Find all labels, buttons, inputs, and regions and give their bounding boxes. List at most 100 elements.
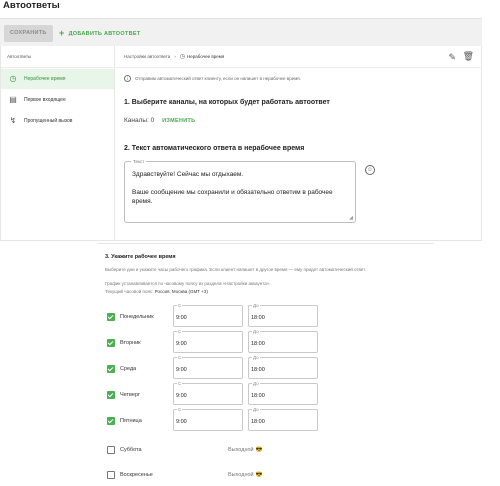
breadcrumb-current: Нерабочее время xyxy=(187,54,225,59)
change-channels-button[interactable]: ИЗМЕНИТЬ xyxy=(162,118,195,124)
time-field-label: С xyxy=(177,329,183,334)
info-icon: i xyxy=(124,75,131,82)
missed-call-icon: ↯ xyxy=(9,116,17,125)
time-from-field[interactable]: С 9:00 xyxy=(173,381,243,405)
time-to-field[interactable]: До 18:00 xyxy=(248,355,318,379)
emoji-icon[interactable]: ☺ xyxy=(365,165,375,175)
day-checkbox[interactable] xyxy=(107,391,115,399)
time-value: 9:00 xyxy=(176,419,187,425)
schedule-note: График устанавливается по часовому поясу… xyxy=(105,281,271,286)
sidebar-item-label: Пропущенный вызов xyxy=(24,118,73,124)
sidebar-header: Автоответы xyxy=(1,46,114,68)
day-checkbox[interactable] xyxy=(107,446,115,454)
sunglasses-icon: 😎 xyxy=(255,472,263,478)
time-value: 18:00 xyxy=(251,419,265,425)
schedule-title: 3. Укажите рабочее время xyxy=(105,254,176,260)
sidebar: Автоответы ◷ Нерабочее время ▤ Первое входя… xyxy=(1,46,115,241)
schedule-subtitle: Выберите дни и укажите часы рабочего гра… xyxy=(105,267,366,272)
time-value: 18:00 xyxy=(251,341,265,347)
textarea-line-2: Ваше сообщение мы сохранили и обязательн… xyxy=(132,189,333,205)
day-off-label: Выходной 😎 xyxy=(228,472,263,478)
edit-icon[interactable]: ✎ xyxy=(448,52,456,63)
clock-icon: ◷ xyxy=(9,74,17,83)
day-name: Воскресенье xyxy=(120,472,153,478)
resize-handle-icon[interactable]: ◢ xyxy=(349,215,353,221)
channels-count: Каналы: 0 xyxy=(124,117,155,124)
time-value: 9:00 xyxy=(176,315,187,321)
page-title: Автоответы xyxy=(3,0,60,11)
autoreply-panel: Автоответы ◷ Нерабочее время ▤ Первое входя… xyxy=(0,46,482,241)
timezone-line: Текущий часовой пояс: Россия, Москва (GM… xyxy=(105,289,208,294)
day-name: Понедельник xyxy=(120,314,154,320)
time-field-label: С xyxy=(177,381,183,386)
time-to-field[interactable]: До 18:00 xyxy=(248,329,318,353)
time-field-label: До xyxy=(252,381,260,386)
plus-icon: + xyxy=(59,28,65,38)
time-to-field[interactable]: До 18:00 xyxy=(248,381,318,405)
time-field-label: До xyxy=(252,407,260,412)
main-panel: Настройки автоответа › ◷ Нерабочее время… xyxy=(116,46,482,241)
textarea-content: Здравствуйте! Сейчас мы отдыхаем. Ваше с… xyxy=(132,170,347,206)
timezone-label: Текущий часовой пояс: xyxy=(105,289,154,294)
time-field-label: До xyxy=(252,303,260,308)
time-value: 9:00 xyxy=(176,393,187,399)
time-value: 18:00 xyxy=(251,315,265,321)
section2-title: 2. Текст автоматического ответа в нерабо… xyxy=(124,145,305,152)
day-row: Понедельник С 9:00 До 18:00 xyxy=(98,303,434,329)
add-autoreply-button[interactable]: + ДОБАВИТЬ АВТООТВЕТ xyxy=(59,25,141,42)
day-row: Воскресенье Выходной 😎 xyxy=(98,463,434,486)
schedule-section: 3. Укажите рабочее время Выберите дни и … xyxy=(98,243,434,486)
day-checkbox[interactable] xyxy=(107,471,115,479)
time-field-label: До xyxy=(252,329,260,334)
info-line: i Отправим автоматический ответ клиенту,… xyxy=(124,75,301,82)
sidebar-item[interactable]: ◷ Нерабочее время xyxy=(1,69,114,89)
toolbar: СОХРАНИТЬ + ДОБАВИТЬ АВТООТВЕТ xyxy=(0,18,482,46)
day-row: Четверг С 9:00 До 18:00 xyxy=(98,381,434,407)
time-value: 9:00 xyxy=(176,367,187,373)
sidebar-item-label: Нерабочее время xyxy=(24,76,66,82)
message-icon: ▤ xyxy=(9,95,17,104)
day-name: Четверг xyxy=(120,392,141,398)
time-field-label: С xyxy=(177,355,183,360)
day-off-label: Выходной 😎 xyxy=(228,447,263,453)
textarea-line-1: Здравствуйте! Сейчас мы отдыхаем. xyxy=(132,171,244,178)
time-to-field[interactable]: До 18:00 xyxy=(248,303,318,327)
trash-icon[interactable]: 🗑 xyxy=(463,51,474,62)
breadcrumb-root[interactable]: Настройки автоответа xyxy=(124,54,170,59)
time-field-label: С xyxy=(177,303,183,308)
time-from-field[interactable]: С 9:00 xyxy=(173,355,243,379)
day-row: Пятница С 9:00 До 18:00 xyxy=(98,407,434,433)
day-off-text: Выходной xyxy=(228,472,254,478)
time-value: 18:00 xyxy=(251,367,265,373)
day-name: Пятница xyxy=(120,418,142,424)
sidebar-item-label: Первое входящее xyxy=(24,97,66,103)
textarea-label: Текст xyxy=(131,159,147,164)
day-row: Вторник С 9:00 До 18:00 xyxy=(98,329,434,355)
time-from-field[interactable]: С 9:00 xyxy=(173,329,243,353)
breadcrumb: Настройки автоответа › ◷ Нерабочее время… xyxy=(116,46,482,68)
day-row: Суббота Выходной 😎 xyxy=(98,438,434,462)
day-checkbox[interactable] xyxy=(107,313,115,321)
sidebar-item[interactable]: ↯ Пропущенный вызов xyxy=(1,111,114,131)
section1-title: 1. Выберите каналы, на которых будет раб… xyxy=(124,99,330,106)
time-field-label: С xyxy=(177,407,183,412)
breadcrumb-separator: › xyxy=(174,54,176,59)
timezone-value: Россия, Москва (GMT +3) xyxy=(154,289,208,294)
sidebar-item[interactable]: ▤ Первое входящее xyxy=(1,90,114,110)
day-name: Вторник xyxy=(120,340,141,346)
day-name: Среда xyxy=(120,366,137,372)
time-field-label: До xyxy=(252,355,260,360)
time-from-field[interactable]: С 9:00 xyxy=(173,407,243,431)
day-checkbox[interactable] xyxy=(107,339,115,347)
day-checkbox[interactable] xyxy=(107,365,115,373)
day-off-text: Выходной xyxy=(228,447,254,453)
day-name: Суббота xyxy=(120,447,142,453)
sunglasses-icon: 😎 xyxy=(255,447,263,453)
autoreply-textarea[interactable]: Текст Здравствуйте! Сейчас мы отдыхаем. … xyxy=(124,159,356,223)
time-to-field[interactable]: До 18:00 xyxy=(248,407,318,431)
day-checkbox[interactable] xyxy=(107,417,115,425)
save-button[interactable]: СОХРАНИТЬ xyxy=(4,25,53,42)
day-row: Среда С 9:00 До 18:00 xyxy=(98,355,434,381)
clock-icon: ◷ xyxy=(179,54,186,60)
time-from-field[interactable]: С 9:00 xyxy=(173,303,243,327)
